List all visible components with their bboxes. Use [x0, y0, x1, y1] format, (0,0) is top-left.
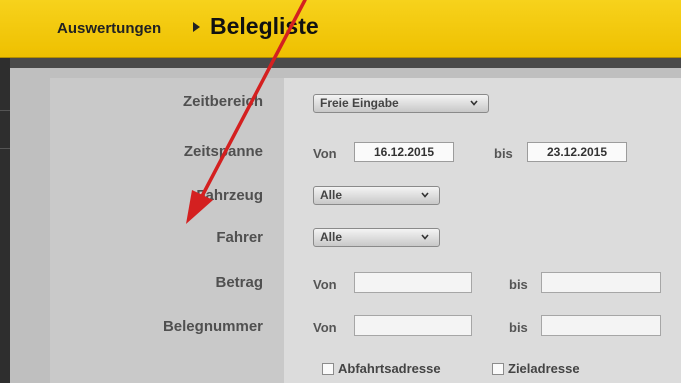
betrag-label: Betrag [215, 274, 263, 291]
belegnummer-von-label: Von [313, 320, 337, 335]
fahrzeug-label: Fahrzeug [196, 187, 263, 204]
abfahrtsadresse-label: Abfahrtsadresse [338, 361, 441, 376]
nav-divider [0, 110, 10, 111]
panel-top-rule [10, 58, 681, 68]
nav-divider [0, 148, 10, 149]
triangle-right-icon [193, 22, 200, 32]
chevron-down-icon [421, 234, 429, 240]
date-to-field[interactable]: 23.12.2015 [527, 142, 627, 162]
chevron-down-icon [421, 192, 429, 198]
fahrer-label: Fahrer [216, 229, 263, 246]
zeitbereich-select[interactable]: Freie Eingabe [313, 94, 489, 113]
app-window: Auswertungen Belegliste Zeitbereich Frei… [0, 0, 681, 383]
zeitspanne-bis-label: bis [494, 146, 513, 161]
betrag-from-input[interactable] [354, 272, 472, 293]
header-bar: Auswertungen Belegliste [0, 0, 681, 58]
fahrzeug-select[interactable]: Alle [313, 186, 440, 205]
belegnummer-bis-label: bis [509, 320, 528, 335]
zieladresse-label: Zieladresse [508, 361, 580, 376]
abfahrtsadresse-checkbox[interactable] [322, 363, 334, 375]
chevron-down-icon [470, 100, 478, 106]
breadcrumb-root[interactable]: Auswertungen [57, 20, 161, 37]
belegnummer-label: Belegnummer [162, 318, 263, 335]
zeitbereich-label: Zeitbereich [182, 93, 263, 110]
fahrer-value: Alle [320, 230, 343, 244]
zeitspanne-von-label: Von [313, 146, 337, 161]
page-title: Belegliste [210, 13, 319, 39]
fahrzeug-value: Alle [320, 188, 343, 202]
betrag-bis-label: bis [509, 277, 528, 292]
fahrer-select[interactable]: Alle [313, 228, 440, 247]
betrag-to-input[interactable] [541, 272, 661, 293]
date-from-field[interactable]: 16.12.2015 [354, 142, 454, 162]
betrag-von-label: Von [313, 277, 337, 292]
left-nav-strip [0, 58, 10, 383]
belegnummer-from-input[interactable] [354, 315, 472, 336]
zeitbereich-value: Freie Eingabe [320, 96, 399, 110]
zieladresse-checkbox[interactable] [492, 363, 504, 375]
zeitspanne-label: Zeitspanne [183, 143, 263, 160]
belegnummer-to-input[interactable] [541, 315, 661, 336]
